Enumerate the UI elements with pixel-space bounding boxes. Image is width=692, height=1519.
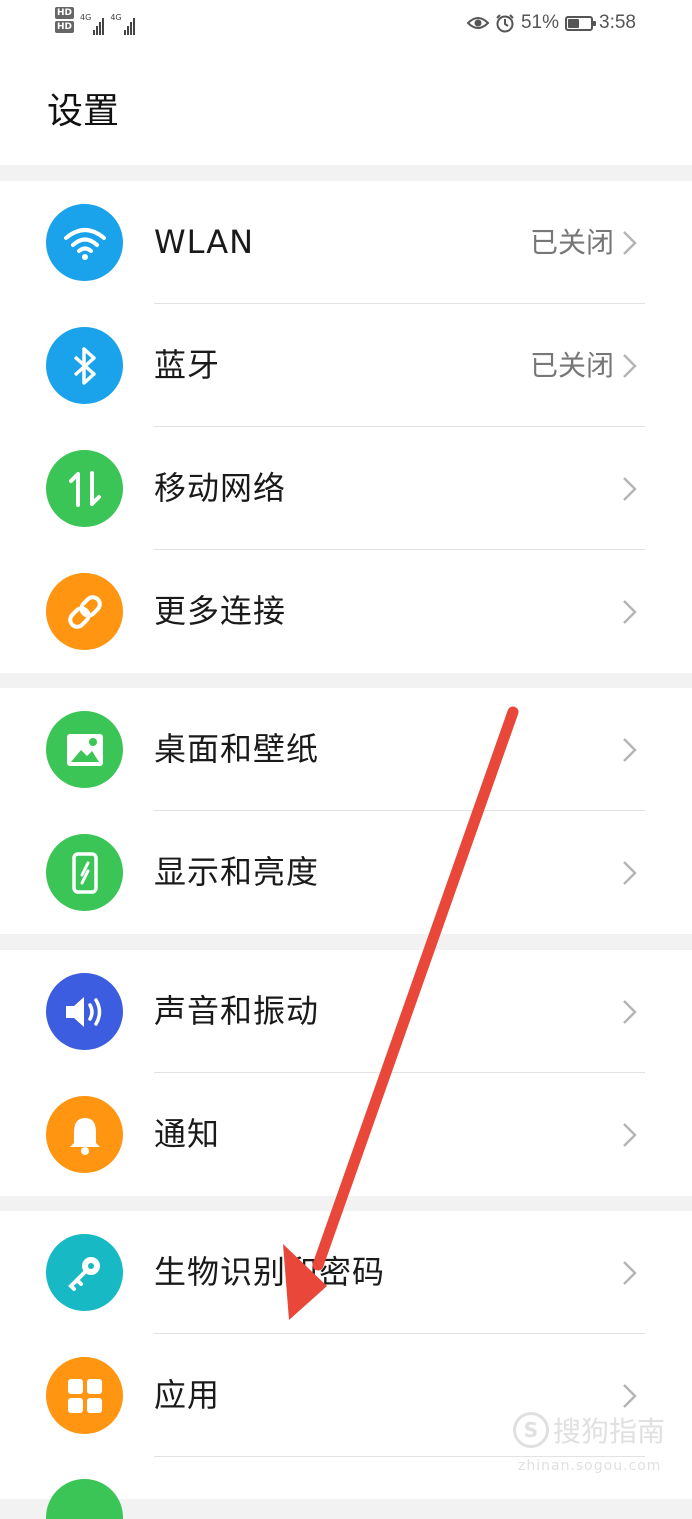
chevron-right-icon [623, 231, 637, 255]
status-bar: HD HD 4G 4G 51% 3:58 [0, 0, 692, 52]
apps-icon [46, 1357, 123, 1434]
settings-group-sound: 声音和振动 通知 [0, 950, 692, 1196]
link-icon [46, 573, 123, 650]
mobile-data-icon [46, 450, 123, 527]
battery-percent: 51% [520, 12, 560, 33]
chevron-right-icon [623, 738, 637, 762]
settings-item-label: 移动网络 [154, 469, 287, 507]
display-icon [46, 834, 123, 911]
status-left: HD HD 4G 4G [55, 7, 135, 35]
settings-group-connectivity: WLAN 已关闭 蓝牙 已关闭 移动网络 更多连接 [0, 181, 692, 673]
settings-group-display: 桌面和壁纸 显示和亮度 [0, 688, 692, 934]
sound-icon [46, 973, 123, 1050]
partial-item-icon [46, 1479, 123, 1519]
watermark-url: zhinan.sogou.com [518, 1458, 662, 1474]
settings-item-sound-vibration[interactable]: 声音和振动 [0, 950, 692, 1073]
signal-icon-1: 4G [80, 13, 105, 35]
settings-item-mobile-network[interactable]: 移动网络 [0, 427, 692, 550]
settings-item-label: 更多连接 [154, 592, 287, 630]
clock: 3:58 [599, 12, 636, 33]
hd-badge-2: HD [55, 21, 75, 33]
settings-item-label: 通知 [154, 1115, 221, 1153]
battery-icon [565, 15, 597, 31]
settings-item-label: 蓝牙 [154, 346, 221, 384]
settings-item-wlan[interactable]: WLAN 已关闭 [0, 181, 692, 304]
settings-item-label: 生物识别和密码 [154, 1253, 386, 1291]
settings-item-value: 已关闭 [529, 226, 614, 259]
chevron-right-icon [623, 1123, 637, 1147]
chevron-right-icon [623, 354, 637, 378]
settings-item-home-wallpaper[interactable]: 桌面和壁纸 [0, 688, 692, 811]
settings-item-label: 应用 [154, 1376, 221, 1414]
status-right: 51% 3:58 [466, 12, 636, 34]
signal-icon-2: 4G [110, 13, 135, 35]
wallpaper-icon [46, 711, 123, 788]
chevron-right-icon [623, 861, 637, 885]
wifi-icon [46, 204, 123, 281]
alarm-icon [496, 14, 514, 33]
bluetooth-icon [46, 327, 123, 404]
settings-item-label: 显示和亮度 [154, 853, 320, 891]
header: 设置 [0, 52, 692, 165]
chevron-right-icon [623, 1261, 637, 1285]
eye-icon [466, 17, 489, 29]
settings-item-bluetooth[interactable]: 蓝牙 已关闭 [0, 304, 692, 427]
chevron-right-icon [623, 1000, 637, 1024]
settings-item-label: 声音和振动 [154, 992, 320, 1030]
page-title: 设置 [47, 91, 120, 132]
hd-badge-1: HD [55, 7, 75, 19]
key-icon [46, 1234, 123, 1311]
settings-item-value: 已关闭 [529, 349, 614, 382]
settings-group-security-apps: 生物识别和密码 应用 [0, 1211, 692, 1519]
settings-item-notifications[interactable]: 通知 [0, 1073, 692, 1196]
partial-next-item[interactable] [46, 1479, 123, 1519]
watermark: S 搜狗指南 [513, 1410, 665, 1450]
settings-item-label: 桌面和壁纸 [154, 730, 320, 768]
chevron-right-icon [623, 600, 637, 624]
chevron-right-icon [623, 1384, 637, 1408]
settings-item-label: WLAN [154, 223, 255, 261]
settings-item-display-brightness[interactable]: 显示和亮度 [0, 811, 692, 934]
bell-icon [46, 1096, 123, 1173]
chevron-right-icon [623, 477, 637, 501]
sogou-logo-icon: S [513, 1412, 549, 1448]
divider [154, 1456, 645, 1457]
settings-item-biometrics-password[interactable]: 生物识别和密码 [0, 1211, 692, 1334]
settings-item-more-connections[interactable]: 更多连接 [0, 550, 692, 673]
watermark-text: 搜狗指南 [553, 1415, 666, 1448]
